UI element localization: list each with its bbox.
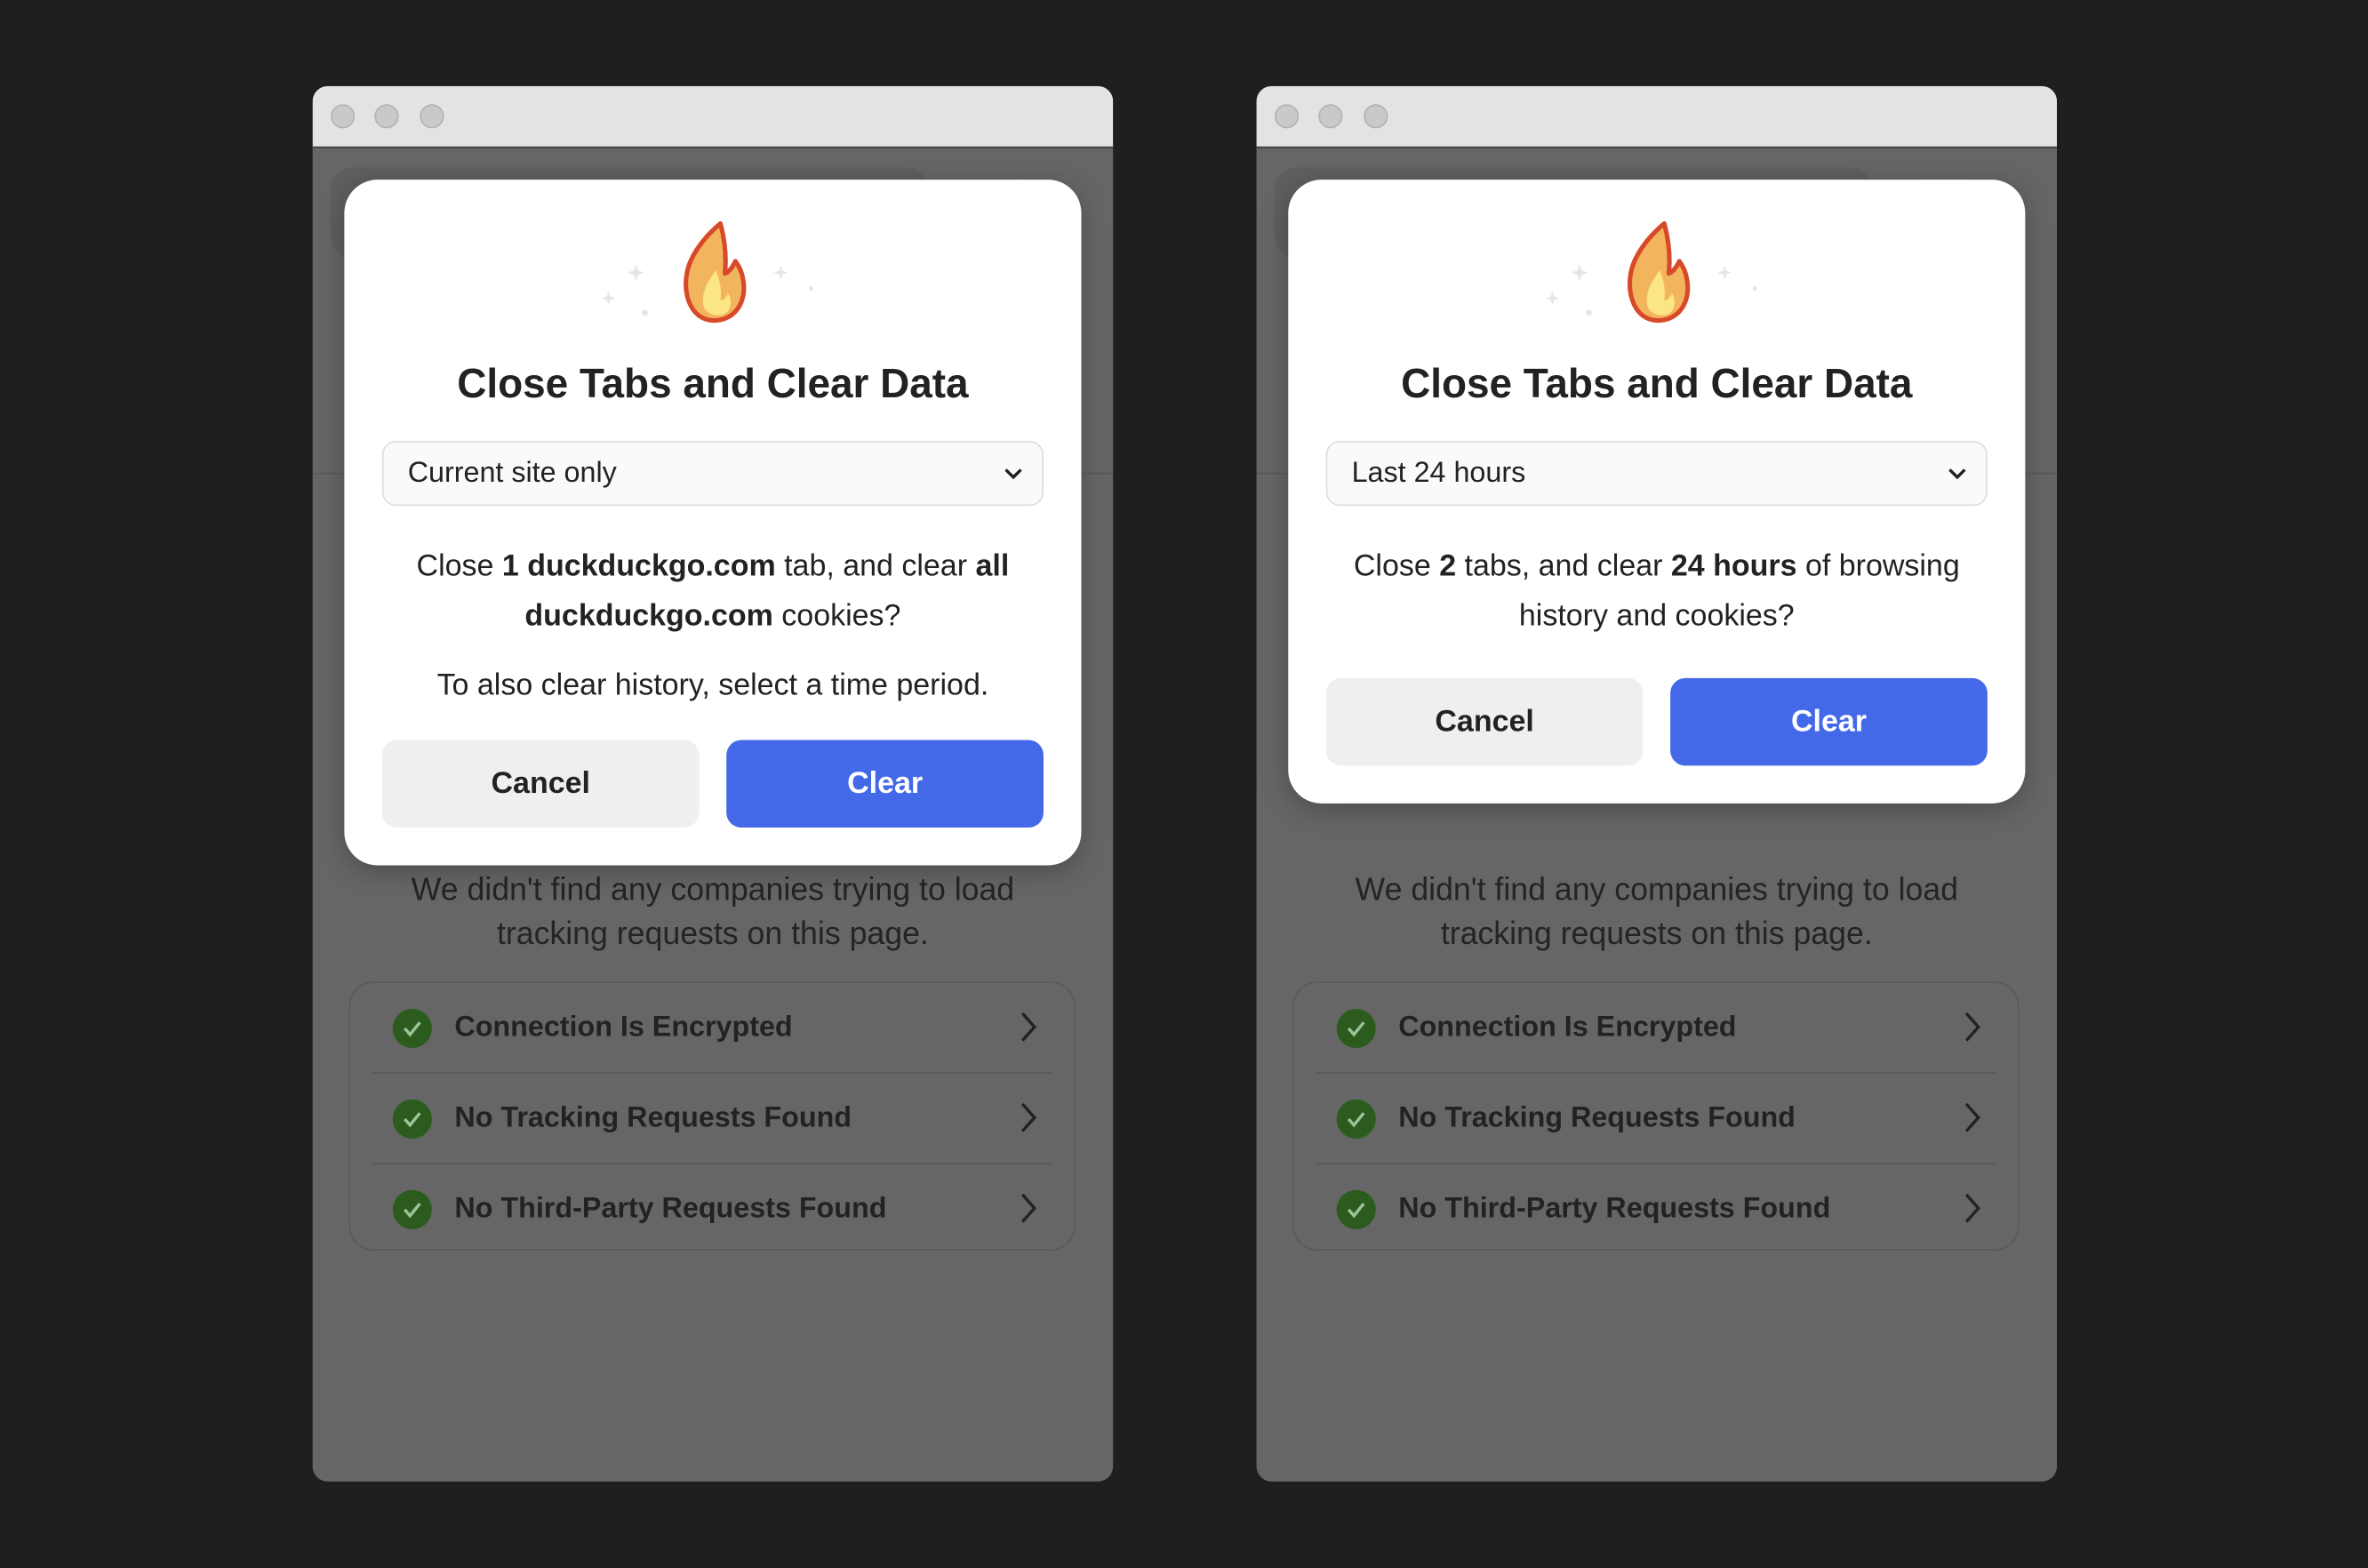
chevron-right-icon <box>1020 1012 1037 1042</box>
fire-icon <box>602 220 814 323</box>
check-circle-icon <box>392 1188 432 1229</box>
window-titlebar[interactable] <box>312 85 1114 148</box>
message-text: Close <box>1353 549 1440 583</box>
dialog-hint: To also clear history, select a time per… <box>436 668 989 703</box>
clear-button[interactable]: Clear <box>1670 677 1988 766</box>
dialog-title: Close Tabs and Clear Data <box>457 361 969 407</box>
browser-window-left: We didn't find any companies trying to l… <box>312 85 1114 1482</box>
chevron-down-icon <box>1004 468 1022 479</box>
check-circle-icon <box>1336 1099 1376 1139</box>
status-row-third-party[interactable]: No Third-Party Requests Found <box>1315 1163 1997 1253</box>
chevron-right-icon <box>1964 1012 1980 1042</box>
clear-button[interactable]: Clear <box>726 740 1044 828</box>
time-period-select[interactable]: Last 24 hours <box>1325 441 1988 507</box>
status-row-tracking[interactable]: No Tracking Requests Found <box>1315 1072 1997 1163</box>
check-circle-icon <box>1336 1008 1376 1048</box>
status-label: No Third-Party Requests Found <box>454 1192 887 1225</box>
chevron-down-icon <box>1948 468 1966 479</box>
status-row-third-party[interactable]: No Third-Party Requests Found <box>371 1163 1053 1253</box>
background-status-list: Connection Is Encrypted No Tracking Requ… <box>1292 981 2020 1253</box>
zoom-window-button[interactable] <box>420 104 444 129</box>
status-label: Connection Is Encrypted <box>1398 1011 1737 1044</box>
time-period-select[interactable]: Current site only <box>381 441 1044 507</box>
dialog-message: Close 2 tabs, and clear 24 hours of brow… <box>1318 542 1995 642</box>
cancel-button[interactable]: Cancel <box>1325 677 1644 766</box>
status-row-encrypted[interactable]: Connection Is Encrypted <box>372 983 1052 1072</box>
status-row-tracking[interactable]: No Tracking Requests Found <box>371 1072 1053 1163</box>
message-emphasis: 2 <box>1439 549 1457 583</box>
close-window-button[interactable] <box>1274 104 1300 129</box>
background-message: We didn't find any companies trying to l… <box>1355 873 1959 952</box>
message-text: tab, and clear <box>775 549 976 583</box>
chevron-right-icon <box>1020 1193 1037 1223</box>
minimize-window-button[interactable] <box>374 104 399 129</box>
zoom-window-button[interactable] <box>1364 104 1388 129</box>
message-text: tabs, and clear <box>1456 549 1671 583</box>
time-period-value: Last 24 hours <box>1351 456 1526 489</box>
background-status-list: Connection Is Encrypted No Tracking Requ… <box>348 981 1076 1253</box>
status-row-encrypted[interactable]: Connection Is Encrypted <box>1316 983 1996 1072</box>
check-circle-icon <box>1336 1188 1376 1229</box>
check-circle-icon <box>392 1008 432 1048</box>
cancel-button[interactable]: Cancel <box>381 740 700 828</box>
clear-data-dialog: Close Tabs and Clear Data Last 24 hours … <box>1288 180 2026 804</box>
browser-window-right: We didn't find any companies trying to l… <box>1256 85 2058 1482</box>
message-text: Close <box>416 549 502 583</box>
message-emphasis: 24 hours <box>1670 549 1797 583</box>
window-titlebar[interactable] <box>1256 85 2058 148</box>
status-label: No Tracking Requests Found <box>1398 1101 1796 1134</box>
check-circle-icon <box>392 1099 432 1139</box>
fire-icon <box>1545 220 1757 323</box>
status-label: No Third-Party Requests Found <box>1398 1192 1831 1225</box>
dialog-message: Close 1 duckduckgo.com tab, and clear al… <box>389 542 1036 642</box>
chevron-right-icon <box>1964 1102 1980 1132</box>
time-period-value: Current site only <box>407 456 617 489</box>
background-message: We didn't find any companies trying to l… <box>411 873 1015 952</box>
chevron-right-icon <box>1020 1102 1037 1132</box>
close-window-button[interactable] <box>331 104 356 129</box>
dialog-title: Close Tabs and Clear Data <box>1401 361 1913 407</box>
status-label: No Tracking Requests Found <box>454 1101 852 1134</box>
status-label: Connection Is Encrypted <box>454 1011 793 1044</box>
message-text: cookies? <box>772 599 901 633</box>
message-emphasis: 1 duckduckgo.com <box>501 549 776 583</box>
chevron-right-icon <box>1964 1193 1980 1223</box>
minimize-window-button[interactable] <box>1318 104 1343 129</box>
clear-data-dialog: Close Tabs and Clear Data Current site o… <box>344 180 1082 866</box>
